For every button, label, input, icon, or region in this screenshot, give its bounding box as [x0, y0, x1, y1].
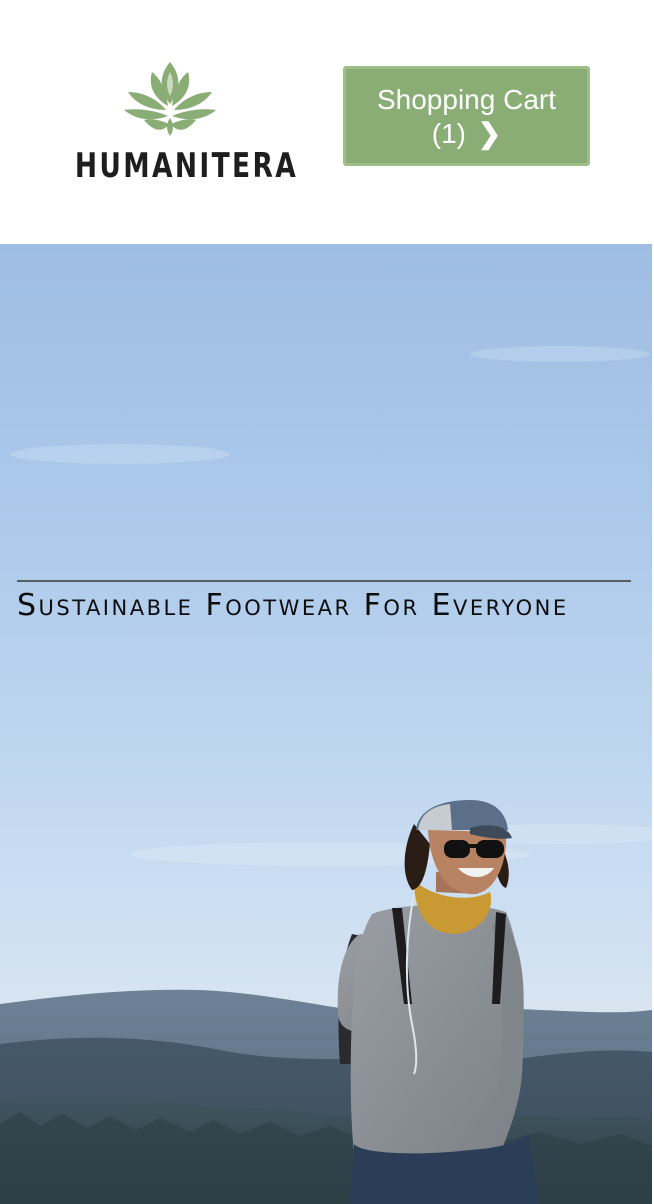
shopping-cart-button[interactable]: Shopping Cart (1) ❯: [343, 66, 590, 166]
hero-banner: Sustainable Footwear For Everyone: [0, 244, 652, 1204]
hero-image: [0, 346, 652, 1204]
site-header: HUMANITERA Shopping Cart (1) ❯: [0, 0, 654, 244]
logo-wordmark: HUMANITERA: [74, 146, 299, 186]
page: HUMANITERA Shopping Cart (1) ❯ Sustainab…: [0, 0, 654, 1204]
tagline-divider: [17, 580, 631, 582]
cart-label: Shopping Cart: [376, 84, 556, 115]
cart-count: (1): [431, 118, 466, 149]
hero-tagline: Sustainable Footwear For Everyone: [17, 588, 569, 623]
lotus-icon: [124, 62, 216, 136]
chevron-right-icon: ❯: [477, 118, 502, 149]
logo-link[interactable]: HUMANITERA: [48, 58, 299, 190]
cart-count-line: (1) ❯: [346, 117, 587, 151]
